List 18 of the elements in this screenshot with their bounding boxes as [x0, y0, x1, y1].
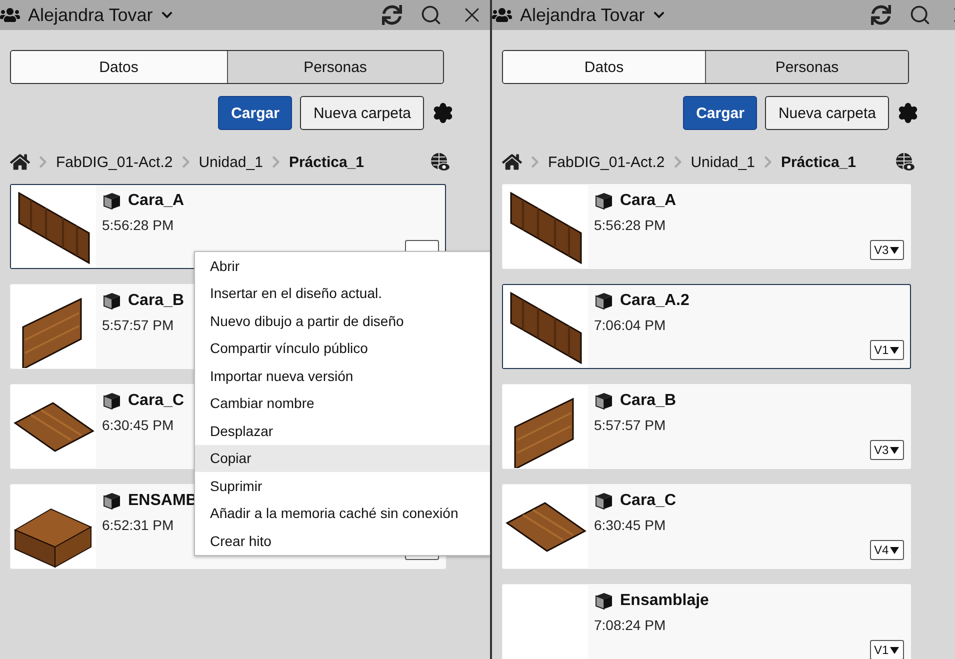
modified-time: 5:56:28 PM: [594, 217, 667, 233]
modified-time: 6:52:31 PM: [102, 517, 175, 533]
design-name: Cara_B: [128, 292, 184, 310]
modified-time: 5:56:28 PM: [102, 217, 175, 233]
design-name: Cara_B: [620, 392, 676, 410]
modified-time: 6:30:45 PM: [594, 517, 667, 533]
modified-time: 7:06:04 PM: [594, 317, 667, 333]
design-name: Cara_C: [128, 392, 184, 410]
modified-time: 5:57:57 PM: [102, 317, 175, 333]
design-name: Cara_A: [620, 192, 676, 210]
modified-time: 7:08:24 PM: [594, 617, 667, 633]
design-name: Cara_A.2: [620, 292, 690, 310]
modified-time: 6:30:45 PM: [102, 417, 175, 433]
modified-time: 5:57:57 PM: [594, 417, 667, 433]
design-name: Ensamblaje: [620, 592, 709, 610]
design-name: Cara_C: [620, 492, 676, 510]
design-name: Cara_A: [128, 192, 184, 210]
design-name: ENSAMB: [128, 492, 198, 510]
